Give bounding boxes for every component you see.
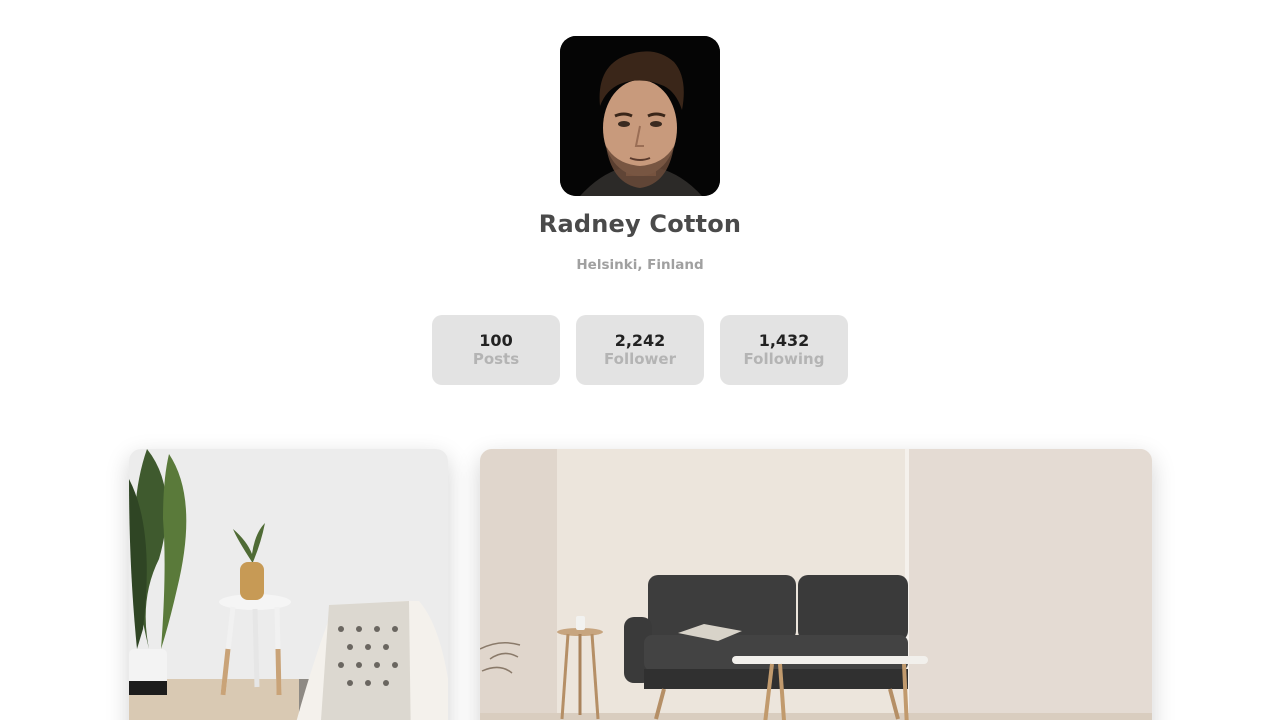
stat-followers-label: Follower [604, 350, 676, 368]
stat-followers-value: 2,242 [614, 331, 666, 350]
profile-name: Radney Cotton [538, 210, 742, 238]
stat-posts-label: Posts [472, 350, 520, 368]
gallery-photo[interactable] [480, 449, 1152, 720]
stat-following[interactable]: 1,432 Following [720, 315, 848, 385]
stat-followers[interactable]: 2,242 Follower [576, 315, 704, 385]
interior-photo-sofa-icon [480, 449, 1152, 720]
stat-following-value: 1,432 [758, 331, 810, 350]
profile-stats: 100 Posts 2,242 Follower 1,432 Following [432, 315, 848, 385]
gallery-photo[interactable] [129, 449, 448, 720]
avatar[interactable] [560, 36, 720, 196]
avatar-photo-icon [560, 36, 720, 196]
stat-posts-value: 100 [479, 331, 513, 350]
stat-following-label: Following [743, 350, 825, 368]
profile-location: Helsinki, Finland [576, 257, 704, 273]
interior-photo-plant-stool-icon [129, 449, 448, 720]
stat-posts[interactable]: 100 Posts [432, 315, 560, 385]
